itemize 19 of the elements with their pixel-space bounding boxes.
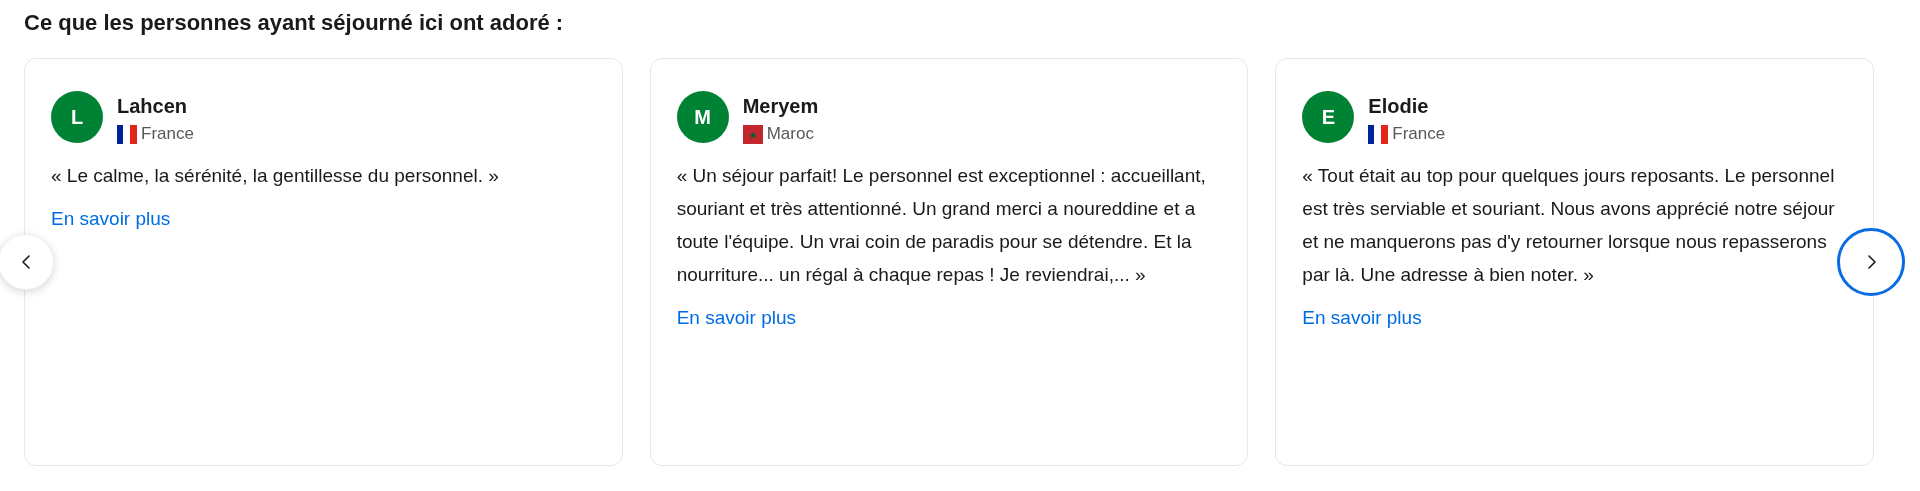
read-more-link[interactable]: En savoir plus bbox=[1302, 305, 1422, 331]
country-name: France bbox=[141, 123, 194, 145]
avatar: M bbox=[676, 91, 729, 143]
avatar: L bbox=[51, 91, 103, 143]
read-more-link[interactable]: En savoir plus bbox=[51, 206, 171, 232]
flag-icon bbox=[1368, 124, 1389, 144]
avatar: E bbox=[1302, 91, 1355, 143]
flag-icon bbox=[117, 124, 137, 144]
flag-icon bbox=[742, 124, 763, 144]
review-text: « Tout était au top pour quelques jours reposants. Le personnel est très serviable et souriant. Nous avons apprécié notre séjour et ne manquerons pas d'y retourner lorsque nous repasserons par là. Une adresse à bien noter. » bbox=[1302, 164, 1836, 287]
read-more-link[interactable]: En savoir plus bbox=[676, 305, 796, 331]
review-text: « Un séjour parfait! Le personnel est exceptionnel : accueillant, souriant et très attentionné. Un grand merci a noureddine et a toute l'équipe. Un vrai coin de paradis pour se détendre. Et la nourriture... un régal à chaque repas ! Je reviendrai,... » bbox=[676, 164, 1207, 287]
country-name: Maroc bbox=[766, 123, 814, 145]
reviewer-name: Elodie bbox=[1368, 94, 1430, 119]
country-name: France bbox=[1392, 123, 1446, 145]
section-heading: Ce que les personnes ayant séjourné ici ont adoré : bbox=[24, 9, 564, 37]
reviewer-name: Meryem bbox=[742, 94, 819, 119]
review-text: « Le calme, la sérénité, la gentillesse du personnel. » bbox=[51, 164, 500, 188]
reviewer-name: Lahcen bbox=[117, 94, 189, 119]
